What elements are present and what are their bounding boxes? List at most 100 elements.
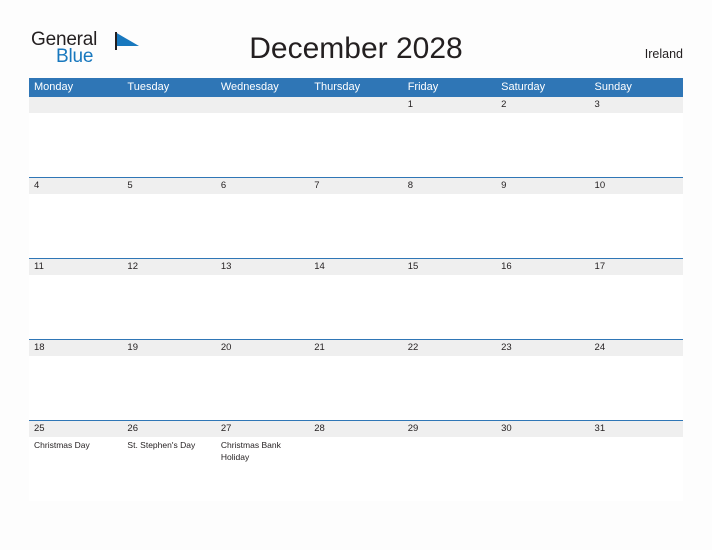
day-number[interactable]: 27 <box>216 421 309 437</box>
day-cell[interactable] <box>122 113 215 177</box>
day-number[interactable]: 2 <box>496 97 589 113</box>
day-cell[interactable] <box>590 113 683 177</box>
day-cell[interactable] <box>29 275 122 339</box>
day-number[interactable]: 31 <box>590 421 683 437</box>
day-cell[interactable] <box>403 194 496 258</box>
day-number[interactable]: 21 <box>309 340 402 356</box>
week-event-band <box>29 356 683 420</box>
day-cell[interactable] <box>309 113 402 177</box>
day-cell[interactable]: St. Stephen's Day <box>122 437 215 501</box>
day-number[interactable]: 12 <box>122 259 215 275</box>
day-number[interactable]: 20 <box>216 340 309 356</box>
day-event-label: Christmas Bank Holiday <box>220 440 281 462</box>
weekday-header-thursday: Thursday <box>314 81 361 93</box>
week-event-band <box>29 194 683 258</box>
week-date-band: 1 2 3 <box>29 96 683 113</box>
day-cell[interactable] <box>590 275 683 339</box>
day-number[interactable] <box>309 97 402 113</box>
day-number[interactable]: 5 <box>122 178 215 194</box>
day-cell[interactable] <box>122 194 215 258</box>
day-cell[interactable] <box>496 275 589 339</box>
day-cell[interactable] <box>590 356 683 420</box>
week-row: 18 19 20 21 22 23 24 <box>29 339 683 420</box>
day-event-label: Christmas Day <box>34 440 90 450</box>
day-cell[interactable] <box>216 275 309 339</box>
day-number[interactable]: 3 <box>590 97 683 113</box>
day-cell[interactable] <box>309 194 402 258</box>
day-number[interactable]: 15 <box>403 259 496 275</box>
day-number[interactable]: 28 <box>309 421 402 437</box>
week-row: 11 12 13 14 15 16 17 <box>29 258 683 339</box>
day-number[interactable] <box>122 97 215 113</box>
day-cell[interactable] <box>29 194 122 258</box>
day-cell[interactable] <box>216 113 309 177</box>
week-row: 1 2 3 <box>29 96 683 177</box>
week-event-band: Christmas Day St. Stephen's Day Christma… <box>29 437 683 501</box>
day-number[interactable]: 30 <box>496 421 589 437</box>
week-row: 25 26 27 28 29 30 31 Christmas Day St. S… <box>29 420 683 501</box>
day-event-label: St. Stephen's Day <box>127 440 196 450</box>
day-number[interactable]: 18 <box>29 340 122 356</box>
weekday-header-friday: Friday <box>407 81 439 93</box>
day-cell[interactable] <box>496 356 589 420</box>
day-cell[interactable] <box>309 437 402 501</box>
week-event-band <box>29 113 683 177</box>
weekday-header-row: Monday Tuesday Wednesday Thursday Friday… <box>29 78 683 96</box>
day-cell[interactable] <box>216 356 309 420</box>
day-number[interactable]: 23 <box>496 340 589 356</box>
page-header: General Blue December 2028 Ireland <box>0 0 712 78</box>
day-number[interactable]: 8 <box>403 178 496 194</box>
week-event-band <box>29 275 683 339</box>
day-cell[interactable] <box>309 356 402 420</box>
day-number[interactable]: 4 <box>29 178 122 194</box>
day-number[interactable]: 19 <box>122 340 215 356</box>
weekday-header-wednesday: Wednesday <box>220 81 279 93</box>
day-number[interactable]: 7 <box>309 178 402 194</box>
week-date-band: 25 26 27 28 29 30 31 <box>29 420 683 437</box>
day-number[interactable]: 6 <box>216 178 309 194</box>
weekday-header-saturday: Saturday <box>501 81 546 93</box>
day-cell[interactable] <box>403 437 496 501</box>
day-number[interactable]: 9 <box>496 178 589 194</box>
country-label: Ireland <box>644 47 683 61</box>
weekday-header-monday: Monday <box>34 81 74 93</box>
day-cell[interactable] <box>216 194 309 258</box>
day-number[interactable]: 26 <box>122 421 215 437</box>
day-cell[interactable] <box>590 437 683 501</box>
day-cell[interactable] <box>403 356 496 420</box>
day-cell[interactable]: Christmas Day <box>29 437 122 501</box>
day-cell[interactable] <box>309 275 402 339</box>
day-number[interactable]: 24 <box>590 340 683 356</box>
day-number[interactable]: 11 <box>29 259 122 275</box>
day-number[interactable]: 13 <box>216 259 309 275</box>
week-date-band: 11 12 13 14 15 16 17 <box>29 258 683 275</box>
day-cell[interactable] <box>29 113 122 177</box>
day-cell[interactable] <box>496 113 589 177</box>
week-date-band: 18 19 20 21 22 23 24 <box>29 339 683 356</box>
day-cell[interactable] <box>590 194 683 258</box>
day-number[interactable]: 14 <box>309 259 402 275</box>
week-date-band: 4 5 6 7 8 9 10 <box>29 177 683 194</box>
day-cell[interactable] <box>403 113 496 177</box>
day-cell[interactable]: Christmas Bank Holiday <box>216 437 309 501</box>
day-cell[interactable] <box>122 275 215 339</box>
monthly-calendar: Monday Tuesday Wednesday Thursday Friday… <box>29 78 683 501</box>
day-cell[interactable] <box>122 356 215 420</box>
day-number[interactable]: 22 <box>403 340 496 356</box>
day-cell[interactable] <box>496 194 589 258</box>
day-cell[interactable] <box>403 275 496 339</box>
day-number[interactable]: 16 <box>496 259 589 275</box>
page-title: December 2028 <box>249 32 463 65</box>
day-cell[interactable] <box>496 437 589 501</box>
day-number[interactable]: 10 <box>590 178 683 194</box>
day-number[interactable] <box>216 97 309 113</box>
day-number[interactable]: 17 <box>590 259 683 275</box>
week-row: 4 5 6 7 8 9 10 <box>29 177 683 258</box>
weekday-header-sunday: Sunday <box>594 81 632 93</box>
day-number[interactable]: 1 <box>403 97 496 113</box>
day-number[interactable]: 25 <box>29 421 122 437</box>
day-number[interactable] <box>29 97 122 113</box>
day-number[interactable]: 29 <box>403 421 496 437</box>
weekday-header-tuesday: Tuesday <box>127 81 170 93</box>
day-cell[interactable] <box>29 356 122 420</box>
